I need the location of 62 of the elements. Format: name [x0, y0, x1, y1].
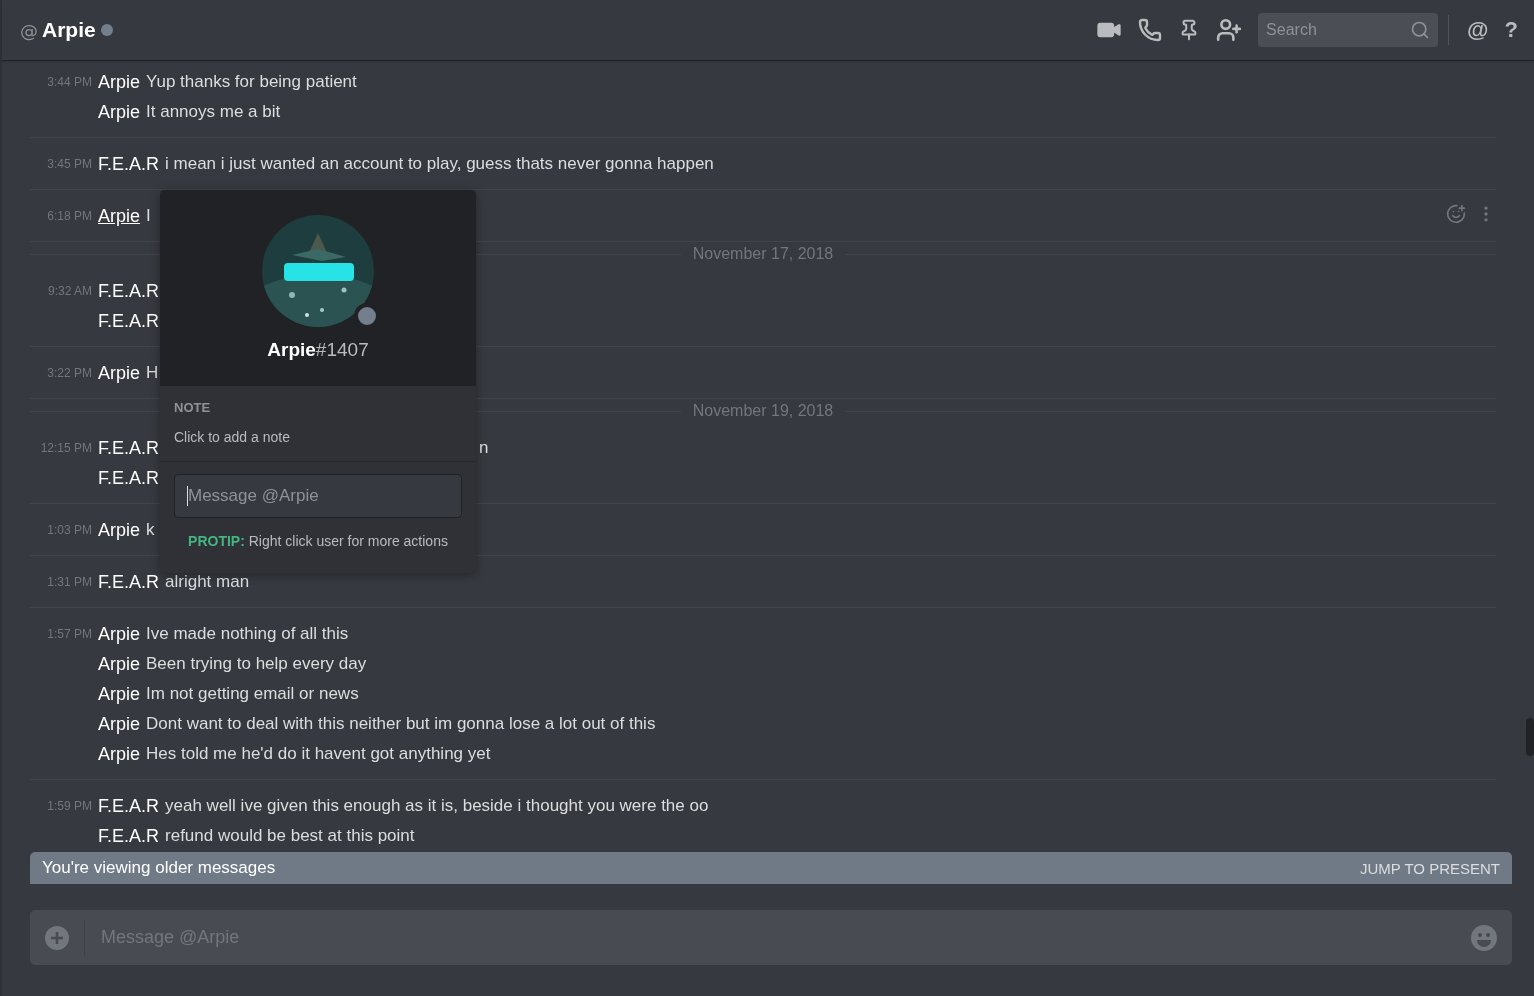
author-name[interactable]: Arpie: [98, 653, 141, 675]
author-name[interactable]: Arpie: [98, 713, 141, 735]
date-divider-label: November 19, 2018: [692, 402, 834, 420]
author-name[interactable]: F.E.A.R: [98, 310, 159, 332]
message-text: Im not getting email or news: [146, 684, 359, 704]
profile-username: Arpie#1407: [267, 339, 369, 361]
at-sign: @: [20, 19, 38, 41]
add-attachment-icon[interactable]: [44, 924, 70, 951]
older-messages-text: You're viewing older messages: [42, 858, 276, 878]
message-text: I: [146, 206, 151, 226]
message-text: Hes told me he'd do it havent got anything yet: [146, 744, 491, 764]
channel-title: Arpie: [42, 18, 96, 42]
note-label: NOTE: [174, 400, 212, 415]
message-text: Been trying to help every day: [146, 654, 367, 674]
timestamp: 12:15 PM: [40, 441, 92, 455]
author-name[interactable]: F.E.A.R: [98, 571, 159, 593]
message-text: n: [479, 438, 489, 458]
timestamp: 1:03 PM: [47, 523, 92, 537]
author-name[interactable]: F.E.A.R: [98, 825, 159, 847]
author-name[interactable]: Arpie: [98, 683, 141, 705]
help-button[interactable]: ?: [1504, 17, 1518, 43]
author-name[interactable]: Arpie: [98, 743, 141, 765]
message-field[interactable]: Message @Arpie: [174, 474, 462, 518]
author-name[interactable]: F.E.A.R: [98, 437, 159, 459]
phone-icon[interactable]: [1138, 18, 1163, 42]
author-name[interactable]: Arpie: [98, 623, 141, 645]
author-name[interactable]: F.E.A.R: [98, 153, 159, 175]
message-text: It annoys me a bit: [146, 102, 281, 122]
search-icon: [1410, 20, 1431, 40]
add-user-icon[interactable]: [1216, 17, 1243, 43]
add-reaction-icon[interactable]: [1446, 204, 1466, 224]
author-name[interactable]: F.E.A.R: [98, 280, 159, 302]
author-name[interactable]: Arpie: [98, 519, 141, 541]
emoji-icon[interactable]: [1470, 923, 1498, 952]
timestamp: 3:44 PM: [47, 75, 92, 89]
message-text: k: [146, 520, 155, 540]
message-text: Yup thanks for being patient: [146, 72, 357, 92]
author-name[interactable]: Arpie: [98, 205, 141, 227]
timestamp: 9:32 AM: [47, 284, 92, 298]
timestamp: 1:31 PM: [47, 575, 92, 589]
timestamp: 3:45 PM: [47, 157, 92, 171]
author-name[interactable]: Arpie: [98, 362, 141, 384]
date-divider-label: November 17, 2018: [692, 245, 834, 263]
author-name[interactable]: F.E.A.R: [98, 795, 159, 817]
message-text: alright man: [165, 572, 250, 592]
message-text: Dont want to deal with this neither but im gonna lose a lot out of this: [146, 714, 656, 734]
message-text: Ive made nothing of all this: [146, 624, 349, 644]
note-field[interactable]: Click to add a note: [174, 429, 462, 445]
mentions-button[interactable]: @: [1467, 17, 1489, 43]
author-name[interactable]: Arpie: [98, 71, 141, 93]
author-name[interactable]: F.E.A.R: [98, 467, 159, 489]
protip-text: PROTIP: Right click user for more actions: [187, 532, 449, 551]
timestamp: 6:18 PM: [47, 209, 92, 223]
message-text: i mean i just wanted an account to play, guess thats never gonna happen: [165, 154, 714, 174]
message-text: H: [146, 363, 159, 383]
message-text: refund would be best at this point: [165, 826, 415, 846]
message-text: yeah well ive given this enough as it is, beside i thought you were the oo: [165, 796, 709, 816]
scrollbar-thumb[interactable]: [1526, 718, 1534, 756]
author-name[interactable]: Arpie: [98, 101, 141, 123]
timestamp: 1:57 PM: [47, 627, 92, 641]
timestamp: 3:22 PM: [47, 366, 92, 380]
timestamp: 1:59 PM: [47, 799, 92, 813]
